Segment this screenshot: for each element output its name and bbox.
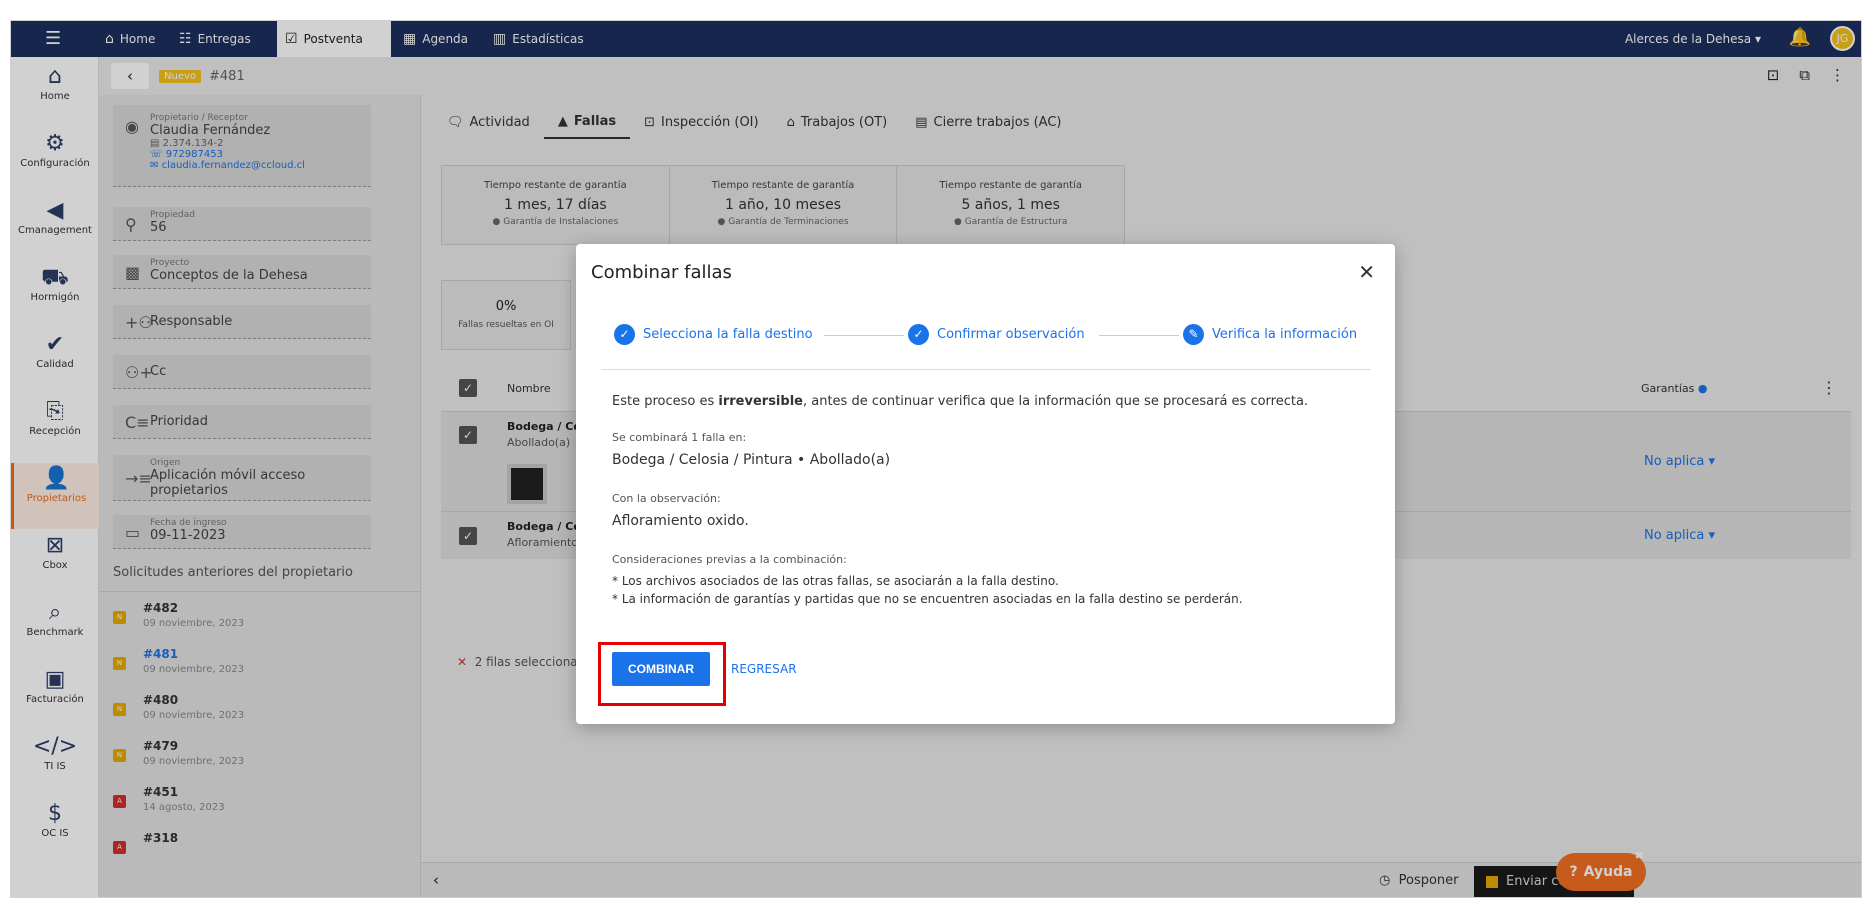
combine-button[interactable]: COMBINAR (612, 652, 710, 686)
app-frame: ☰ ⌂ Home ☷ Entregas ☑ Postventa ▦ Agenda ▥ Es… (10, 20, 1862, 898)
check-icon: ✓ (614, 324, 635, 345)
edit-icon: ✎ (1183, 324, 1204, 345)
step-2: ✓ Confirmar observación (908, 324, 1085, 345)
modal-body: Este proceso es irreversible, antes de c… (612, 394, 1309, 606)
divider (601, 369, 1371, 370)
back-link-button[interactable]: REGRESAR (731, 662, 797, 676)
step-3: ✎ Verifica la información (1183, 324, 1357, 345)
check-icon: ✓ (908, 324, 929, 345)
step-connector (824, 335, 904, 336)
step-connector (1099, 335, 1179, 336)
step-1: ✓ Selecciona la falla destino (614, 324, 813, 345)
modal-title: Combinar fallas (591, 262, 732, 283)
close-icon[interactable]: ✕ (1358, 260, 1375, 284)
combine-faults-modal: Combinar fallas ✕ ✓ Selecciona la falla d… (576, 244, 1395, 724)
stepper: ✓ Selecciona la falla destino ✓ Confirmar … (614, 324, 1364, 348)
